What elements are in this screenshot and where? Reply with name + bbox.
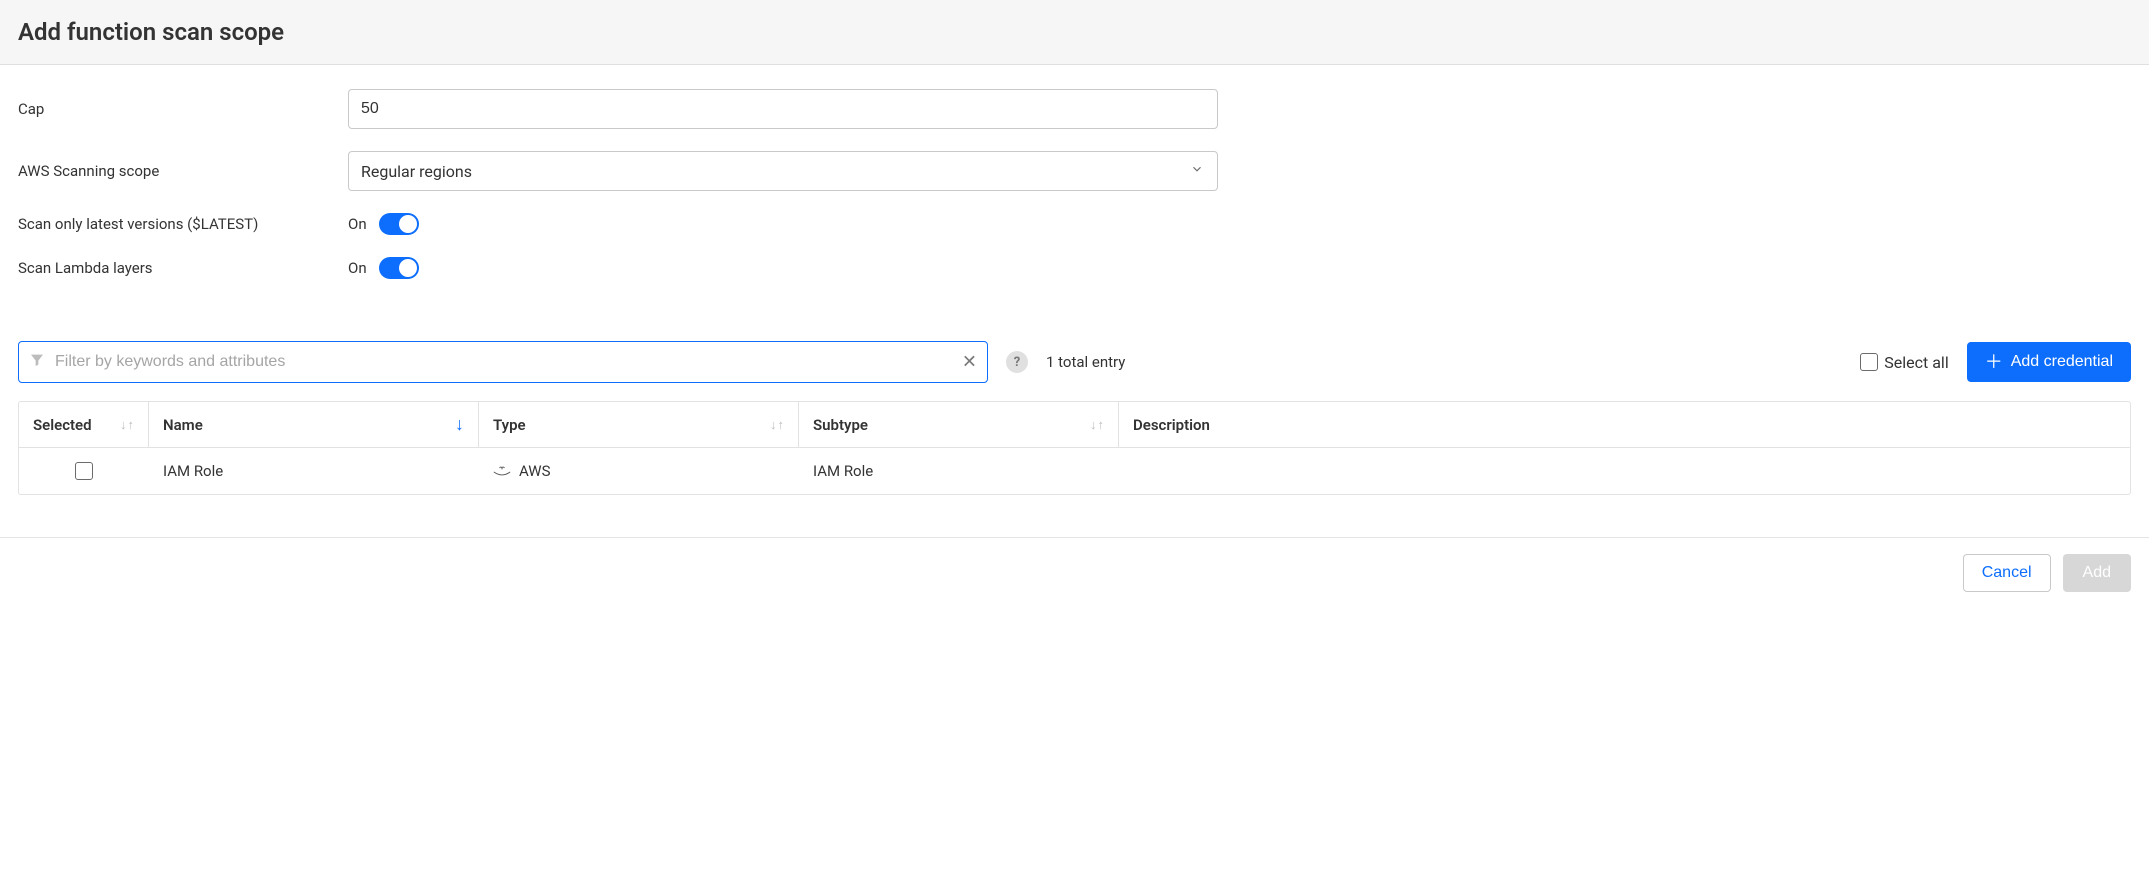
latest-toggle[interactable]: [379, 213, 419, 235]
layers-toggle-state: On: [348, 259, 367, 277]
latest-toggle-state: On: [348, 215, 367, 233]
col-name[interactable]: Name ↓: [149, 402, 479, 447]
plus-icon: ＋: [1985, 353, 2003, 371]
layers-toggle[interactable]: [379, 257, 419, 279]
dialog-title: Add function scan scope: [18, 18, 2131, 46]
cell-selected: [19, 448, 149, 494]
form-area: Cap AWS Scanning scope Regular regions S…: [0, 65, 2149, 341]
dialog-footer: Cancel Add: [0, 537, 2149, 608]
filter-input[interactable]: [55, 342, 951, 382]
dialog-header: Add function scan scope: [0, 0, 2149, 65]
toggle-knob: [399, 259, 417, 277]
select-all-label: Select all: [1884, 353, 1948, 372]
add-button[interactable]: Add: [2063, 554, 2131, 592]
cell-description: [1119, 448, 2130, 494]
row-lambda-layers: Scan Lambda layers On: [18, 257, 2131, 279]
help-icon[interactable]: ?: [1006, 351, 1028, 373]
filter-bar: ✕ ? 1 total entry Select all ＋ Add crede…: [0, 341, 2149, 383]
aws-scope-select[interactable]: Regular regions: [348, 151, 1218, 191]
label-aws-scope: AWS Scanning scope: [18, 162, 348, 180]
row-aws-scope: AWS Scanning scope Regular regions: [18, 151, 2131, 191]
row-cap: Cap: [18, 89, 2131, 129]
table-header: Selected ↓↑ Name ↓ Type ↓↑ Subtype ↓↑ De…: [19, 402, 2130, 448]
cap-input[interactable]: [348, 89, 1218, 129]
toggle-knob: [399, 215, 417, 233]
add-credential-button[interactable]: ＋ Add credential: [1967, 342, 2131, 382]
row-latest-versions: Scan only latest versions ($LATEST) On: [18, 213, 2131, 235]
cell-subtype: IAM Role: [799, 448, 1119, 494]
credentials-table: Selected ↓↑ Name ↓ Type ↓↑ Subtype ↓↑ De…: [18, 401, 2131, 495]
sort-down-icon: ↓: [455, 414, 464, 435]
select-all-checkbox[interactable]: Select all: [1860, 353, 1948, 372]
label-cap: Cap: [18, 100, 348, 118]
filter-input-wrap: ✕: [18, 341, 988, 383]
clear-filter-icon[interactable]: ✕: [962, 352, 977, 373]
table-row: IAM Role AWS IAM Role: [19, 448, 2130, 494]
label-latest-versions: Scan only latest versions ($LATEST): [18, 215, 348, 233]
aws-icon: [493, 464, 511, 478]
sort-icon: ↓↑: [1090, 417, 1104, 433]
filter-icon: [29, 352, 45, 372]
cancel-button[interactable]: Cancel: [1963, 554, 2051, 592]
label-lambda-layers: Scan Lambda layers: [18, 259, 348, 277]
cell-name: IAM Role: [149, 448, 479, 494]
entry-count: 1 total entry: [1046, 353, 1125, 371]
add-credential-label: Add credential: [2011, 353, 2113, 371]
sort-icon: ↓↑: [770, 417, 784, 433]
sort-icon: ↓↑: [120, 417, 134, 433]
col-type[interactable]: Type ↓↑: [479, 402, 799, 447]
col-selected[interactable]: Selected ↓↑: [19, 402, 149, 447]
col-description[interactable]: Description: [1119, 402, 2130, 447]
checkbox-icon: [1860, 353, 1878, 371]
col-subtype[interactable]: Subtype ↓↑: [799, 402, 1119, 447]
cell-type: AWS: [479, 448, 799, 494]
row-checkbox[interactable]: [75, 462, 93, 480]
aws-scope-value: Regular regions: [361, 162, 472, 181]
